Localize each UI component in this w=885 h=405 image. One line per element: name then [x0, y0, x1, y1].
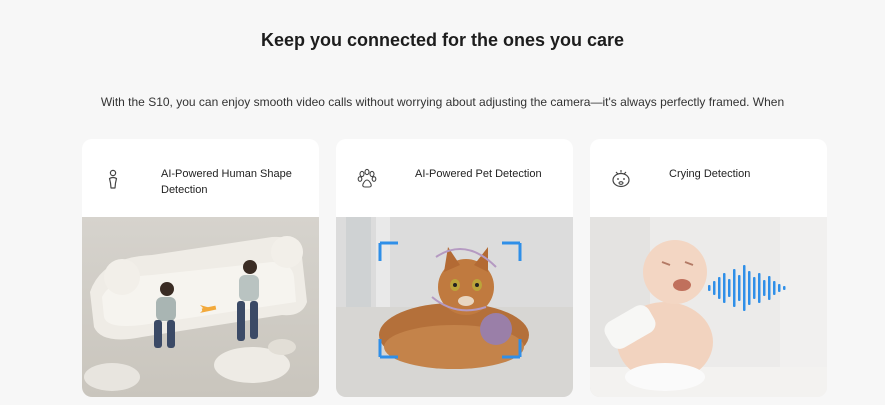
card-header: Crying Detection [590, 139, 827, 217]
human-shape-icon [102, 168, 124, 190]
crying-face-icon [610, 168, 632, 190]
feature-label: AI-Powered Pet Detection [415, 168, 542, 180]
section-title: Keep you connected for the ones you care [260, 30, 625, 50]
feature-label: Crying Detection [669, 168, 751, 180]
card-header: AI-Powered Human Shape Detection [82, 139, 319, 217]
feature-card-human-detection[interactable]: AI-Powered Human Shape Detection [82, 139, 319, 397]
cat-photo [336, 217, 573, 397]
paw-icon [356, 168, 378, 190]
feature-label: AI-Powered Human Shape Detection [161, 168, 292, 196]
crying-baby-photo [590, 217, 827, 397]
feature-card-crying-detection[interactable]: Crying Detection [590, 139, 827, 397]
feature-card-pet-detection[interactable]: AI-Powered Pet Detection [336, 139, 573, 397]
section-description: With the S10, you can enjoy smooth video… [100, 95, 785, 109]
living-room-photo [82, 217, 319, 397]
card-header: AI-Powered Pet Detection [336, 139, 573, 217]
